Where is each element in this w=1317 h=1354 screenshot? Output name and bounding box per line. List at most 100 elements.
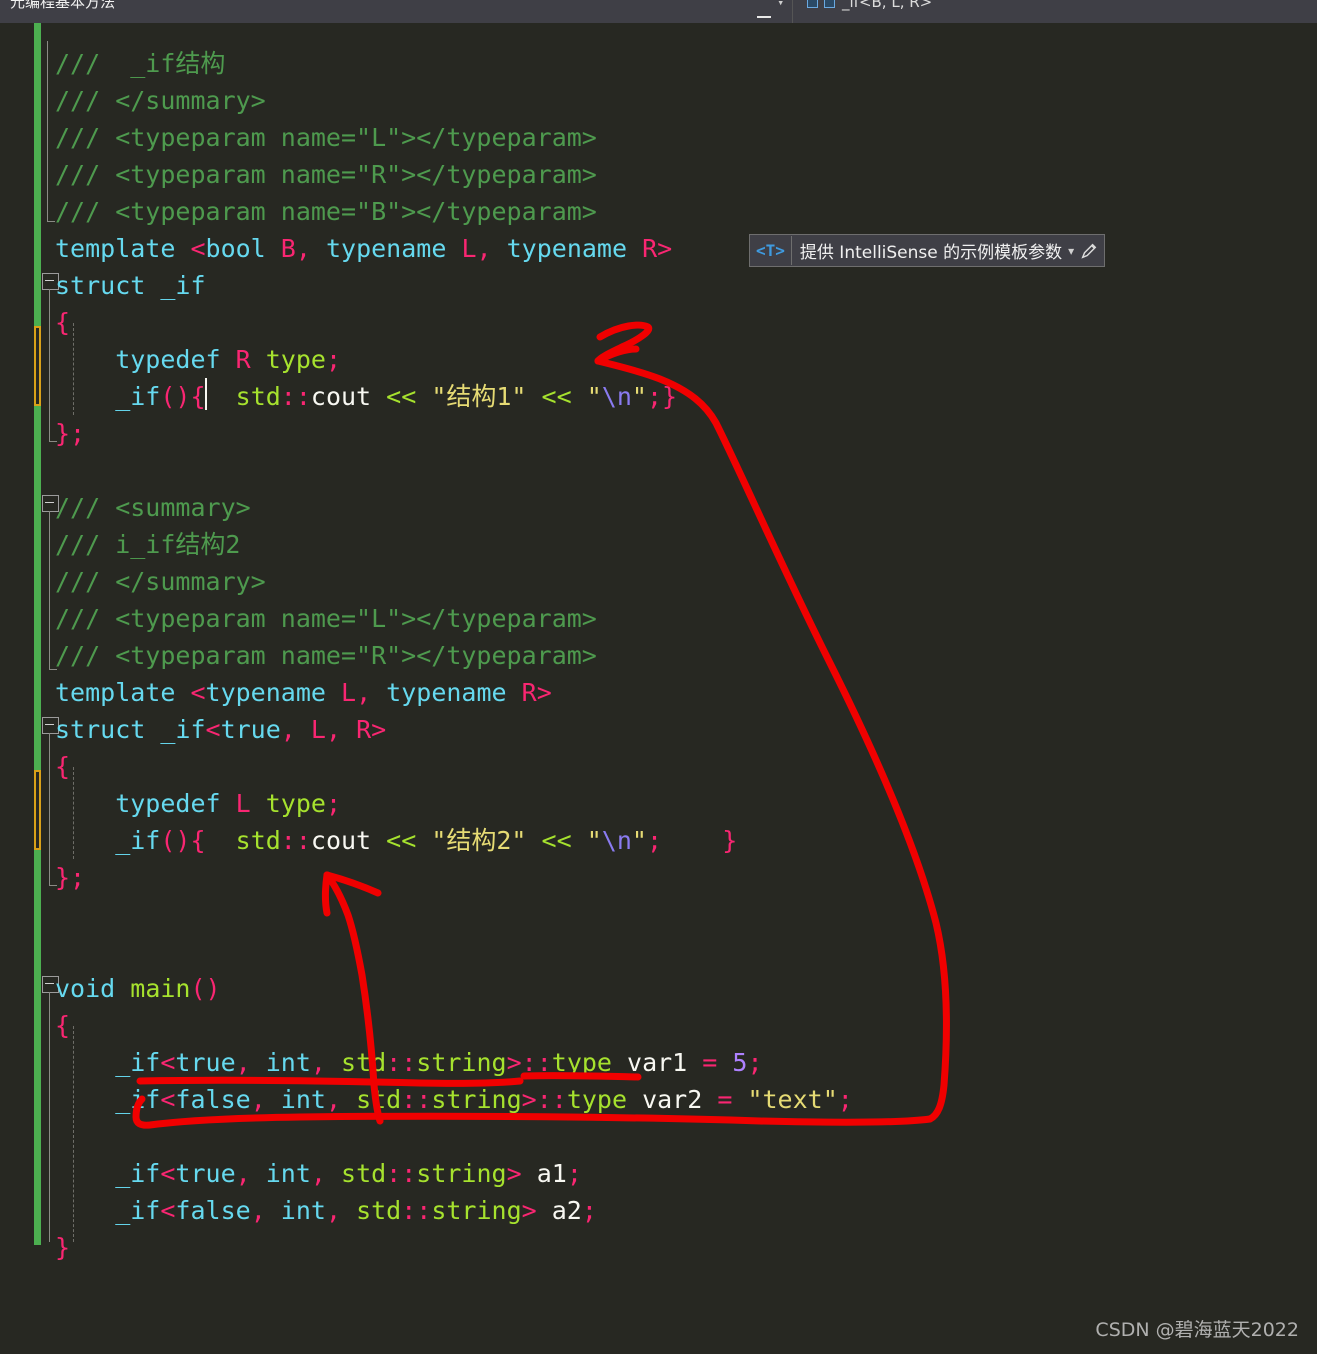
pencil-icon[interactable] — [1080, 241, 1098, 261]
code-token: _if — [55, 382, 161, 411]
code-token: a1 — [536, 1159, 567, 1188]
code-line[interactable]: /// <typeparam name="L"></typeparam> — [55, 119, 597, 157]
code-token: /// _if结构 — [55, 49, 226, 78]
code-line[interactable]: /// <typeparam name="R"></typeparam> — [55, 637, 597, 675]
code-line[interactable]: _if(){ std::cout << "结构1" << "\n";} — [55, 378, 677, 416]
code-token: typename — [325, 234, 462, 263]
code-token: true — [220, 715, 281, 744]
code-token: ; — [646, 382, 662, 411]
code-line[interactable]: /// <typeparam name="R"></typeparam> — [55, 156, 597, 194]
code-token: = — [702, 1048, 733, 1077]
code-token: " — [631, 382, 647, 411]
code-token: R — [642, 234, 658, 263]
code-token: R — [521, 678, 537, 707]
code-line[interactable]: void main() — [55, 970, 221, 1008]
code-token: , — [325, 715, 357, 744]
code-token: , — [295, 234, 326, 263]
code-token: > — [371, 715, 387, 744]
code-token: < — [160, 1159, 176, 1188]
code-line[interactable]: /// i_if结构2 — [55, 526, 240, 564]
document-tab[interactable]: 元编程基本方法 — [0, 0, 125, 17]
code-token: struct _if — [55, 271, 206, 300]
code-line[interactable]: _if(){ std::cout << "结构2" << "\n"; } — [55, 822, 737, 860]
code-token: < — [160, 1048, 176, 1077]
code-token: , — [476, 234, 507, 263]
code-token: _if — [55, 1159, 161, 1188]
code-token: template — [55, 234, 191, 263]
code-token: std — [341, 1048, 387, 1077]
code-text[interactable]: /// _if结构 /// </summary> /// <typeparam na… — [0, 23, 1317, 1354]
code-token: cout — [310, 382, 387, 411]
code-line[interactable]: /// <typeparam name="L"></typeparam> — [55, 600, 597, 638]
code-line[interactable]: }; — [55, 859, 85, 897]
code-line[interactable]: { — [55, 1007, 70, 1045]
template-tag-label: <T> — [750, 236, 792, 265]
code-token: < — [190, 234, 206, 263]
code-line[interactable]: _if<true, int, std::string> a1; — [55, 1155, 582, 1193]
code-editor[interactable]: /// _if结构 /// </summary> /// <typeparam na… — [0, 23, 1317, 1354]
scope-square-icon — [807, 0, 818, 8]
code-token: , — [235, 1159, 266, 1188]
code-token: /// </summary> — [55, 86, 266, 115]
code-line[interactable]: { — [55, 748, 70, 786]
code-token: { — [190, 826, 206, 855]
code-line[interactable]: template <bool B, typename L, typename R… — [55, 230, 672, 268]
code-token: > — [506, 1048, 522, 1077]
code-token: :: — [386, 1048, 417, 1077]
code-line[interactable]: /// </summary> — [55, 82, 266, 120]
code-token: < — [205, 715, 221, 744]
code-token: /// <typeparam name="L"></typeparam> — [55, 604, 597, 633]
code-line[interactable]: _if<true, int, std::string>::type var1 =… — [55, 1044, 762, 1082]
code-token: , — [250, 1085, 281, 1114]
code-line[interactable]: { — [55, 304, 70, 342]
code-line[interactable]: struct _if — [55, 267, 206, 305]
code-line[interactable]: /// <summary> — [55, 489, 251, 527]
breadcrumb-label: _if<B, L, R> — [842, 0, 933, 11]
code-token: "text" — [747, 1085, 838, 1114]
code-token: int — [280, 1085, 326, 1114]
intellisense-template-hint[interactable]: <T> 提供 IntelliSense 的示例模板参数 ▾ — [749, 234, 1106, 267]
code-token: typename — [506, 234, 643, 263]
code-line[interactable]: /// <typeparam name="B"></typeparam> — [55, 193, 597, 231]
code-line[interactable]: template <typename L, typename R> — [55, 674, 552, 712]
code-line[interactable]: _if<false, int, std::string> a2; — [55, 1192, 597, 1230]
code-token: L — [235, 789, 266, 818]
code-token: _if — [55, 1048, 161, 1077]
code-token: ; — [837, 1085, 853, 1114]
code-line[interactable]: /// _if结构 — [55, 45, 225, 83]
code-token: :: — [280, 382, 311, 411]
code-token: B — [280, 234, 296, 263]
code-token: :: — [280, 826, 311, 855]
code-token: _if — [55, 1196, 161, 1225]
chevron-down-icon[interactable]: ▾ — [1068, 244, 1080, 258]
scope-square-icon — [824, 0, 835, 8]
code-token: > — [506, 1159, 537, 1188]
code-line[interactable]: }; — [55, 415, 85, 453]
code-token: /// <summary> — [55, 493, 251, 522]
code-token: " — [586, 382, 602, 411]
code-line[interactable]: _if<false, int, std::string>::type var2 … — [55, 1081, 853, 1119]
code-line[interactable]: typedef R type; — [55, 341, 341, 379]
code-token: int — [280, 1196, 326, 1225]
breadcrumb[interactable]: _if<B, L, R> — [792, 0, 1317, 23]
code-token: { — [190, 382, 206, 411]
code-token: () — [190, 974, 221, 1003]
code-token: ; — [581, 1196, 597, 1225]
code-line[interactable]: } — [55, 1229, 70, 1267]
code-token: main — [130, 974, 191, 1003]
code-token: () — [160, 826, 191, 855]
code-token: , — [325, 1196, 357, 1225]
chevron-down-icon[interactable]: ▾ — [777, 0, 784, 9]
code-token: }; — [55, 863, 86, 892]
breadcrumb-underline — [757, 16, 771, 18]
code-token: typedef — [55, 789, 236, 818]
code-token: :: — [386, 1159, 417, 1188]
code-token: std — [235, 382, 281, 411]
code-line[interactable]: typedef L type; — [55, 785, 341, 823]
code-line[interactable]: struct _if<true, L, R> — [55, 711, 386, 749]
code-token: :: — [536, 1085, 567, 1114]
code-line[interactable]: /// </summary> — [55, 563, 266, 601]
code-token: a2 — [551, 1196, 582, 1225]
code-token: }; — [55, 419, 86, 448]
code-token: /// i_if结构2 — [55, 530, 241, 559]
